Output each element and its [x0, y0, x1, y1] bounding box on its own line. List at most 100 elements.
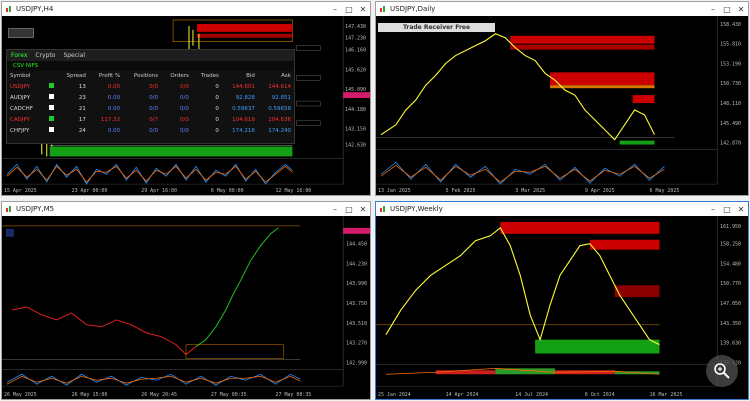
- close-button[interactable]: ✕: [734, 5, 748, 14]
- col-symbol[interactable]: Symbol: [7, 71, 43, 81]
- window-title: USDJPY,M5: [16, 205, 55, 213]
- zoom-button[interactable]: [706, 355, 738, 387]
- chart-icon: [380, 6, 385, 12]
- svg-text:139.630: 139.630: [720, 341, 741, 347]
- cell-orders: 0/0: [179, 94, 189, 101]
- cell-symbol: CADCHF: [10, 105, 33, 112]
- col-positions[interactable]: Positions: [123, 71, 161, 81]
- svg-text:142.630: 142.630: [345, 143, 366, 149]
- close-button[interactable]: ✕: [734, 205, 748, 214]
- price-chart[interactable]: 144.450 144.230 143.990 143.750 143.510 …: [2, 216, 370, 399]
- cell-profit: 0.00: [107, 83, 121, 90]
- col-trades[interactable]: Trades: [192, 71, 222, 81]
- price-chart[interactable]: 161.950 158.250 154.480 150.770 147.050 …: [376, 216, 748, 399]
- window-titlebar[interactable]: USDJPY,H4 – □ ✕: [2, 2, 370, 16]
- svg-text:143.150: 143.150: [345, 127, 366, 133]
- table-row[interactable]: AUDJPY 23 0.00 0/0 0/0 0 92.828 92.851: [7, 92, 294, 103]
- trade-receiver-banner[interactable]: Trade Receiver Free: [378, 23, 495, 32]
- chart-icon: [6, 206, 11, 212]
- table-row[interactable]: USDJPY 13 0.00 0/0 0/0 0 144.601 144.614: [7, 81, 294, 92]
- window-titlebar[interactable]: USDJPY,Weekly – □ ✕: [376, 202, 748, 216]
- svg-text:9 Apr 2025: 9 Apr 2025: [585, 188, 615, 194]
- cell-spread: 13: [78, 83, 86, 90]
- cell-spread: 23: [78, 94, 86, 101]
- svg-text:142.870: 142.870: [720, 141, 741, 147]
- cell-bid: 174.216: [232, 127, 255, 134]
- select-checkbox[interactable]: [43, 125, 57, 136]
- svg-text:146.160: 146.160: [345, 48, 366, 54]
- cell-symbol: USDJPY: [10, 83, 30, 90]
- cell-trades: 0: [215, 83, 219, 90]
- cell-symbol: CHFJPY: [10, 127, 30, 134]
- market-watch-tabs: Forex Crypto Special: [7, 50, 294, 61]
- select-checkbox[interactable]: [43, 81, 57, 92]
- svg-text:14 Jul 2024: 14 Jul 2024: [515, 392, 548, 398]
- svg-text:27 May 08:35: 27 May 08:35: [276, 392, 312, 398]
- chart-window-weekly[interactable]: USDJPY,Weekly – □ ✕ 161.950 158.250 154.…: [375, 201, 749, 400]
- select-checkbox[interactable]: [43, 103, 57, 114]
- maximize-button[interactable]: □: [720, 5, 734, 14]
- svg-text:147.230: 147.230: [345, 36, 366, 42]
- table-row[interactable]: CADCHF 21 0.00 0/0 0/0 0 0.59637 0.59658: [7, 103, 294, 114]
- cell-bid: 0.59637: [232, 105, 255, 112]
- col-orders[interactable]: Orders: [161, 71, 192, 81]
- col-profit[interactable]: Profit %: [89, 71, 123, 81]
- tab-forex[interactable]: Forex: [7, 52, 31, 59]
- svg-text:143.510: 143.510: [346, 321, 367, 327]
- table-row[interactable]: CADJPY 17 117.32 0/7 0/0 0 104.619 104.636: [7, 114, 294, 125]
- one-click-panel[interactable]: [8, 28, 34, 38]
- maximize-button[interactable]: □: [720, 205, 734, 214]
- minimize-button[interactable]: –: [706, 5, 720, 14]
- cell-ask: 144.614: [268, 83, 291, 90]
- tab-special[interactable]: Special: [59, 52, 89, 59]
- price-chart[interactable]: 158.430 155.810 153.190 150.730 148.110 …: [376, 16, 748, 195]
- cell-symbol: CADJPY: [10, 116, 31, 123]
- minimize-button[interactable]: –: [706, 205, 720, 214]
- cell-ask: 174.240: [268, 127, 291, 134]
- cell-trades: 0: [215, 105, 219, 112]
- window-titlebar[interactable]: USDJPY,M5 – □ ✕: [2, 202, 370, 216]
- close-button[interactable]: ✕: [356, 5, 370, 14]
- cell-profit: 0.00: [107, 105, 121, 112]
- svg-text:25 Jan 2024: 25 Jan 2024: [378, 392, 411, 398]
- window-title: USDJPY,Daily: [390, 5, 436, 13]
- col-bid[interactable]: Bid: [222, 71, 258, 81]
- svg-text:143.270: 143.270: [346, 341, 367, 347]
- window-titlebar[interactable]: USDJPY,Daily – □ ✕: [376, 2, 748, 16]
- col-spread[interactable]: Spread: [57, 71, 89, 81]
- market-watch-subheader: CSV NIFS: [7, 61, 294, 71]
- col-ask[interactable]: Ask: [258, 71, 294, 81]
- cell-bid: 92.828: [235, 94, 255, 101]
- tab-crypto[interactable]: Crypto: [31, 52, 59, 59]
- symbols-table: Symbol Spread Profit % Positions Orders …: [7, 71, 294, 136]
- chart-window-h4[interactable]: USDJPY,H4 – □ ✕ 147.430 147.230 146.160 …: [1, 1, 371, 196]
- minimize-button[interactable]: –: [328, 5, 342, 14]
- window-title: USDJPY,H4: [16, 5, 54, 13]
- table-row[interactable]: CHFJPY 24 0.00 0/0 0/0 0 174.216 174.240: [7, 125, 294, 136]
- cell-profit: 117.32: [100, 116, 121, 123]
- cell-trades: 0: [215, 127, 219, 134]
- magnifier-icon: [714, 363, 730, 379]
- svg-text:27 May 00:35: 27 May 00:35: [211, 392, 247, 398]
- cell-orders: 0/0: [179, 127, 189, 134]
- maximize-button[interactable]: □: [342, 5, 356, 14]
- maximize-button[interactable]: □: [342, 205, 356, 214]
- svg-text:155.810: 155.810: [720, 42, 741, 48]
- cell-orders: 0/0: [179, 83, 189, 90]
- minimize-button[interactable]: –: [328, 205, 342, 214]
- close-button[interactable]: ✕: [356, 205, 370, 214]
- select-checkbox[interactable]: [43, 114, 57, 125]
- chart-window-m5[interactable]: USDJPY,M5 – □ ✕ 144.450 144.230 143.990 …: [1, 201, 371, 400]
- market-watch-panel[interactable]: Forex Crypto Special CSV NIFS Symbol Spr…: [6, 49, 295, 144]
- svg-text:148.110: 148.110: [720, 101, 741, 107]
- svg-text:23 Apr 00:00: 23 Apr 00:00: [72, 188, 108, 194]
- svg-text:143.990: 143.990: [346, 281, 367, 287]
- select-checkbox[interactable]: [43, 92, 57, 103]
- chart-icon: [6, 6, 11, 12]
- svg-text:161.950: 161.950: [720, 224, 741, 230]
- cell-spread: 17: [78, 116, 86, 123]
- cell-symbol: AUDJPY: [10, 94, 31, 101]
- cell-positions: 0/0: [149, 83, 159, 90]
- svg-text:143.350: 143.350: [720, 321, 741, 327]
- svg-text:26 May 15:00: 26 May 15:00: [72, 392, 108, 398]
